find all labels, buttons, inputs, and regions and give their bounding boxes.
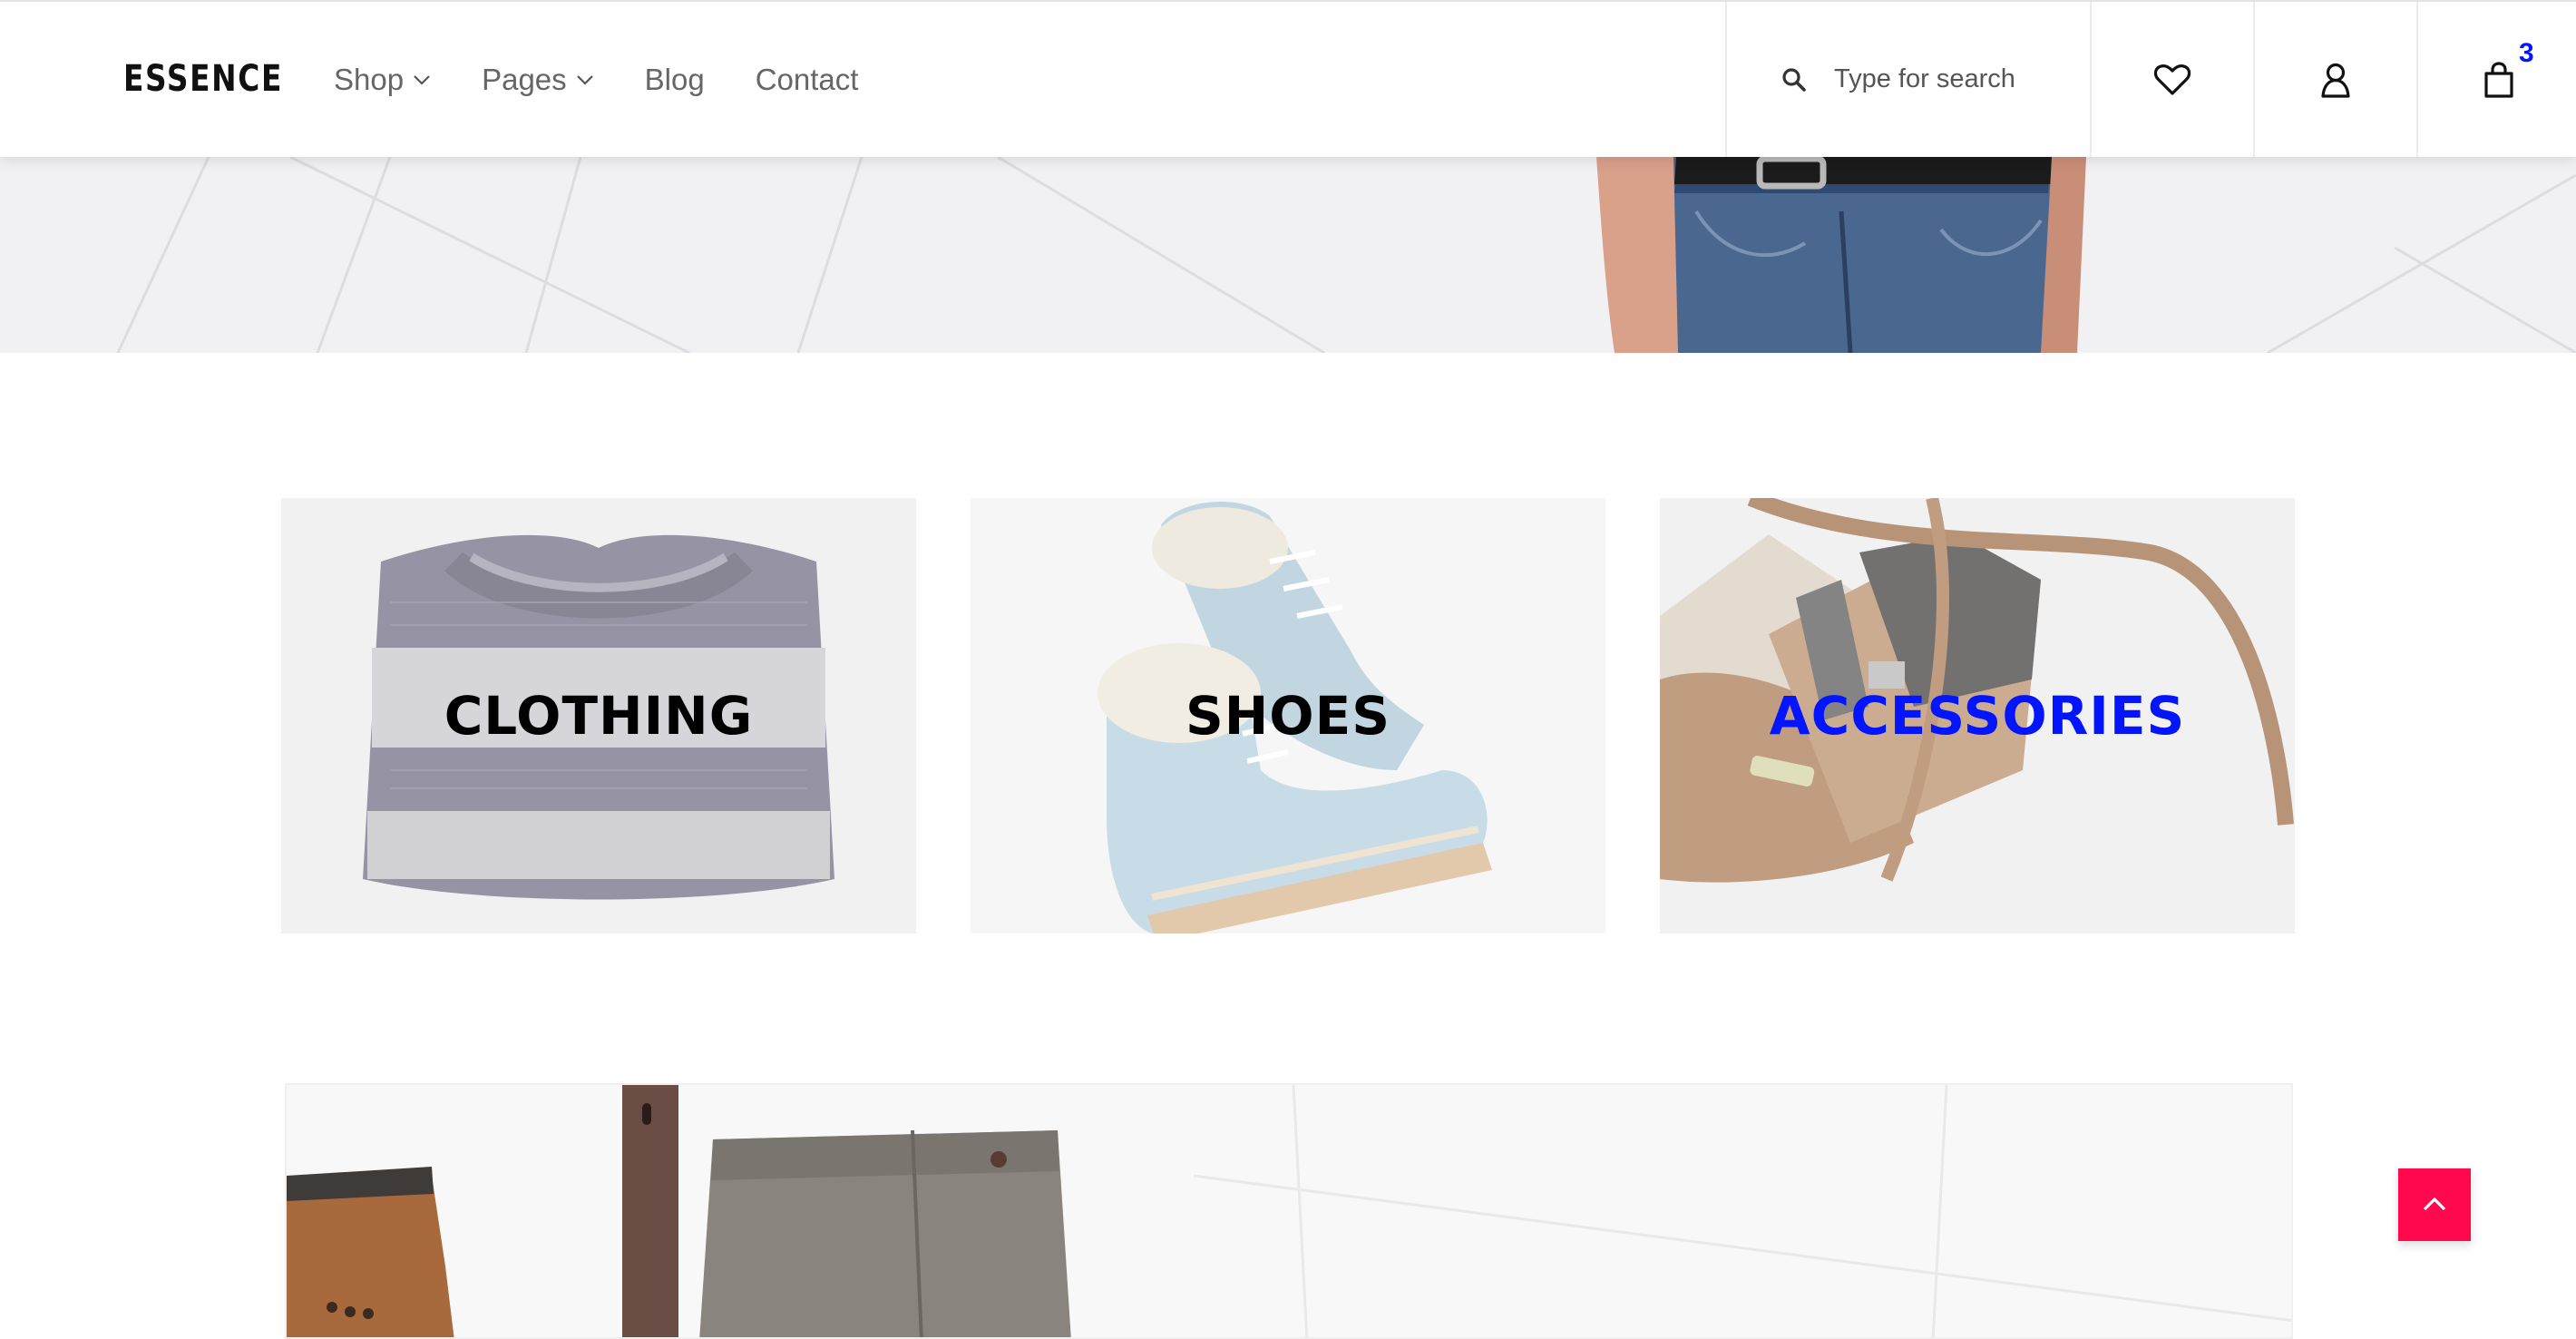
nav-item-label: Pages: [482, 63, 567, 96]
search-box: [1725, 2, 2090, 157]
chevron-down-icon: [576, 75, 593, 85]
chevron-down-icon: [414, 75, 430, 85]
category-card-accessories[interactable]: ACCESSORIES: [1660, 498, 2295, 933]
nav-item-pages[interactable]: Pages: [482, 54, 594, 105]
nav-item-label: Shop: [334, 63, 405, 96]
category-label: ACCESSORIES: [1769, 685, 2186, 747]
promo-banner-image: [287, 1085, 2291, 1337]
cart-count-badge: 3: [2519, 38, 2534, 68]
hero-background-image: [0, 157, 2576, 353]
nav-item-blog[interactable]: Blog: [645, 54, 705, 105]
heart-icon: [2153, 64, 2191, 95]
hero-banner: [0, 157, 2576, 353]
category-label: CLOTHING: [444, 685, 754, 747]
nav-item-shop[interactable]: Shop: [334, 54, 431, 105]
brand-logo[interactable]: ESSENCE: [123, 58, 283, 100]
category-card-shoes[interactable]: SHOES: [971, 498, 1605, 933]
nav-item-label: Blog: [644, 63, 705, 96]
main-nav: Shop Pages Blog Contact: [334, 54, 909, 105]
header-actions: 3: [1725, 2, 2576, 157]
search-icon[interactable]: [1781, 67, 1807, 93]
cart-button[interactable]: 3: [2416, 2, 2576, 157]
favorites-button[interactable]: [2090, 2, 2253, 157]
nav-item-label: Contact: [755, 63, 859, 96]
user-icon: [2321, 63, 2350, 98]
category-label: SHOES: [1185, 685, 1390, 747]
shopping-bag-icon: [2484, 61, 2513, 98]
scroll-to-top-button[interactable]: [2398, 1168, 2471, 1241]
promo-banner: [285, 1083, 2293, 1339]
category-card-clothing[interactable]: CLOTHING: [281, 498, 916, 933]
chevron-up-icon: [2423, 1197, 2446, 1211]
search-input[interactable]: [1834, 64, 2070, 94]
nav-item-contact[interactable]: Contact: [756, 54, 859, 105]
account-button[interactable]: [2253, 2, 2416, 157]
site-header: ESSENCE Shop Pages Blog Contact Type for…: [0, 0, 2576, 157]
